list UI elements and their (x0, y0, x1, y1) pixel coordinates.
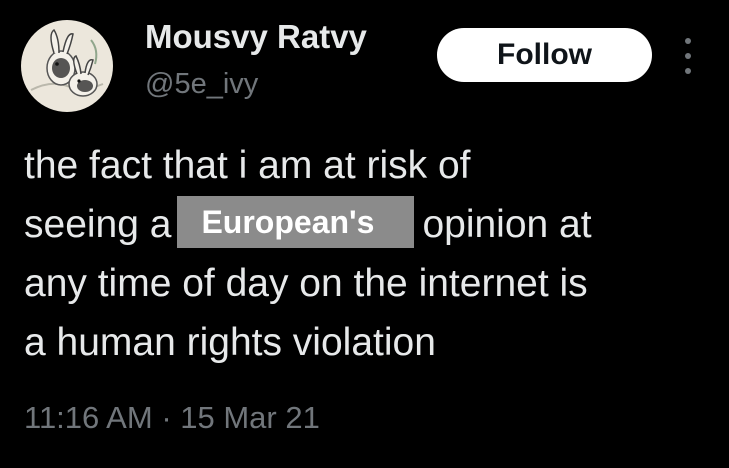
tweet-line-2: seeing a European's opinion at (24, 195, 724, 254)
timestamp-separator: · (161, 400, 172, 435)
vertical-ellipsis-icon[interactable] (676, 38, 700, 74)
tweet-time: 11:16 AM (24, 400, 153, 435)
follow-button[interactable]: Follow (437, 28, 652, 82)
redaction-box: European's (177, 195, 415, 248)
avatar[interactable] (21, 20, 113, 112)
ellipsis-dot (685, 53, 691, 59)
ellipsis-dot (685, 38, 691, 44)
tweet-line-4: a human rights violation (24, 321, 436, 364)
ellipsis-dot (685, 68, 691, 74)
tweet-text: the fact that i am at risk of seeing a Eu… (24, 136, 724, 372)
tweet-date: 15 Mar 21 (180, 400, 320, 435)
rabbit-illustration-avatar (21, 20, 113, 112)
tweet-line-3: any time of day on the internet is (24, 262, 588, 305)
tweet-line-1: the fact that i am at risk of (24, 144, 471, 187)
tweet-timestamp[interactable]: 11:16 AM · 15 Mar 21 (24, 400, 320, 436)
author-handle[interactable]: @5e_ivy (145, 68, 258, 101)
tweet-line-2-after: opinion at (422, 203, 592, 246)
tweet-line-2-before: seeing a (24, 203, 172, 246)
author-display-name[interactable]: Mousvy Ratvy (145, 18, 367, 56)
